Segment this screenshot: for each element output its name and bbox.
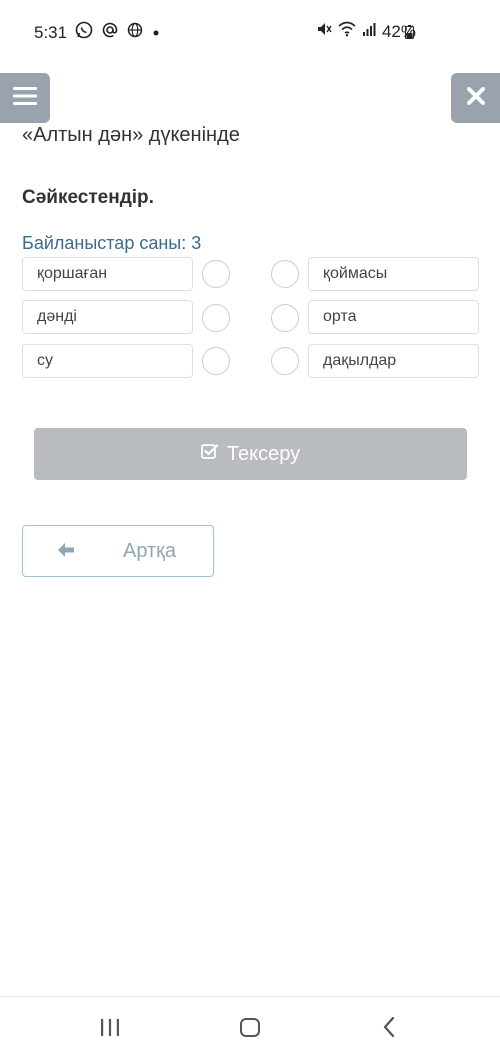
check-button-label: Тексеру — [226, 442, 301, 465]
left-connector-3[interactable] — [202, 347, 230, 375]
left-item-dandi[interactable]: дәнді — [22, 300, 193, 334]
right-connector-3[interactable] — [271, 347, 299, 375]
connections-count: Байланыстар саны: 3 — [22, 233, 202, 253]
checkbox-icon — [200, 442, 219, 466]
close-button[interactable] — [451, 73, 500, 123]
left-connector-2[interactable] — [202, 304, 230, 332]
mute-icon — [316, 21, 332, 42]
close-icon — [466, 86, 485, 110]
menu-button[interactable] — [0, 73, 50, 123]
at-icon — [101, 21, 119, 44]
page-title: «Алтын дән» дүкенінде — [22, 124, 240, 146]
arrow-left-icon — [57, 541, 75, 564]
right-item-orta[interactable]: орта — [308, 300, 479, 334]
status-time: 5:31 — [34, 22, 68, 42]
right-item-dakyldar[interactable]: дақылдар — [308, 344, 479, 378]
left-item-korshagan[interactable]: қоршаған — [22, 257, 193, 291]
signal-icon — [362, 21, 376, 42]
wifi-icon — [338, 21, 356, 42]
whatsapp-icon — [75, 21, 93, 44]
recent-apps-icon[interactable] — [100, 1019, 120, 1041]
back-nav-icon[interactable] — [383, 1016, 395, 1042]
status-bar: 5:31 42% — [0, 0, 500, 62]
status-right: 42% — [316, 21, 416, 42]
right-connector-2[interactable] — [271, 304, 299, 332]
home-icon[interactable] — [240, 1018, 260, 1042]
battery-icon — [405, 24, 414, 39]
nav-bar — [0, 997, 500, 1055]
check-button[interactable]: Тексеру — [34, 428, 467, 480]
back-button[interactable]: Артқа — [22, 525, 214, 577]
dot-icon — [151, 23, 161, 43]
globe-icon — [127, 22, 143, 43]
task-heading: Сәйкестендір. — [22, 187, 154, 208]
right-item-koimasy[interactable]: қоймасы — [308, 257, 479, 291]
status-left: 5:31 — [34, 21, 161, 44]
back-button-label: Артқа — [123, 540, 177, 562]
hamburger-icon — [13, 86, 37, 111]
left-item-su[interactable]: су — [22, 344, 193, 378]
right-connector-1[interactable] — [271, 260, 299, 288]
left-connector-1[interactable] — [202, 260, 230, 288]
